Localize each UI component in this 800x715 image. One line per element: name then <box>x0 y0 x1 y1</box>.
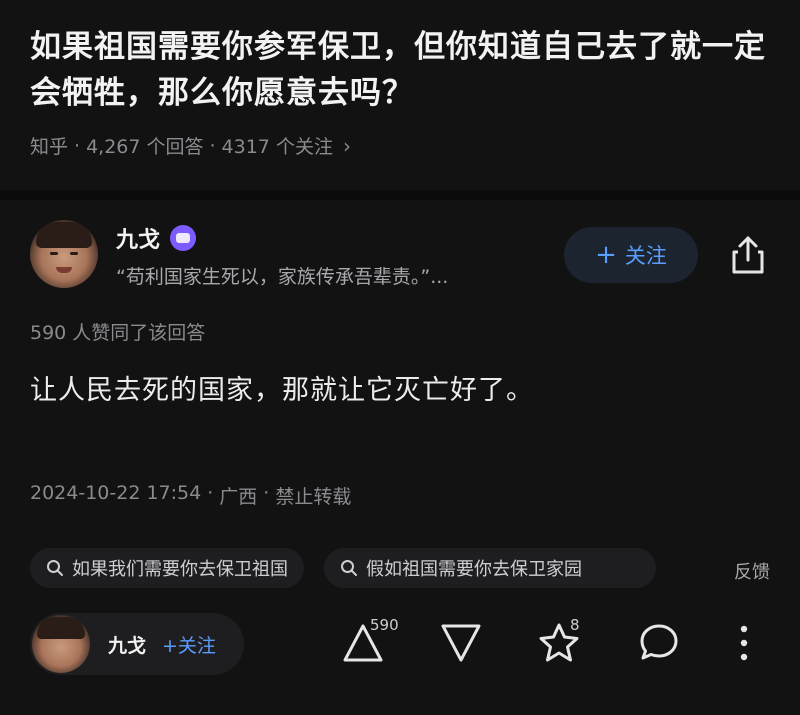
agree-count: 590 人赞同了该回答 <box>30 322 206 344</box>
follow-label: 关注 <box>624 244 667 268</box>
feedback-link[interactable]: 反馈 <box>728 558 770 584</box>
author-name-row[interactable]: 九戈 <box>116 222 197 254</box>
more-icon[interactable] <box>734 620 754 666</box>
bottom-author-name: 九戈 <box>108 635 147 657</box>
answer-meta: 2024-10-22 17:54 · 广西 · 禁止转载 <box>30 482 352 508</box>
favorite-count: 8 <box>570 616 580 634</box>
related-search-text: 假如祖国需要你去保卫家园 <box>366 559 582 580</box>
section-divider <box>0 190 800 200</box>
answer-location: 广西 <box>219 486 258 508</box>
related-search-text: 如果我们需要你去保卫祖国 <box>72 559 288 580</box>
search-icon <box>47 560 63 576</box>
author-name: 九戈 <box>116 228 161 253</box>
bottom-follow-button[interactable]: +关注 <box>162 631 216 658</box>
answer-count: 4,267 个回答 <box>86 136 204 158</box>
question-title[interactable]: 如果祖国需要你参军保卫，但你知道自己去了就一定会牺牲，那么你愿意去吗？ <box>30 24 770 116</box>
author-bio: “苟利国家生死以，家族传承吾辈责。”... <box>116 266 449 288</box>
chevron-right-icon: › <box>342 133 351 158</box>
verified-badge-icon <box>170 225 197 251</box>
comment-icon[interactable] <box>636 620 682 666</box>
follower-count: 4317 个关注 <box>221 136 333 158</box>
related-searches: 如果我们需要你去保卫祖国 假如祖国需要你去保卫家园 <box>30 548 800 592</box>
question-meta[interactable]: 知乎 · 4,267 个回答 · 4317 个关注 › <box>30 132 351 159</box>
follow-button[interactable]: + 关注 <box>564 227 698 283</box>
search-icon <box>341 560 357 576</box>
related-search-chip[interactable]: 如果我们需要你去保卫祖国 <box>30 548 304 588</box>
repost-status: 禁止转载 <box>275 486 352 508</box>
related-search-chip[interactable]: 假如祖国需要你去保卫家园 <box>324 548 656 588</box>
answer-page: 如果祖国需要你参军保卫，但你知道自己去了就一定会牺牲，那么你愿意去吗？ 知乎 ·… <box>0 0 800 715</box>
plus-icon: + <box>595 240 617 270</box>
bottom-author-pill[interactable]: 九戈 +关注 <box>30 613 244 675</box>
upvote-count: 590 <box>370 616 399 634</box>
source-label: 知乎 <box>30 136 69 158</box>
author-avatar[interactable] <box>30 220 98 288</box>
answer-content: 让人民去死的国家，那就让它灭亡好了。 <box>30 375 534 406</box>
share-icon[interactable] <box>728 234 768 276</box>
bottom-author-avatar <box>32 615 90 673</box>
downvote-icon[interactable] <box>438 620 484 666</box>
answer-datetime: 2024-10-22 17:54 <box>30 482 202 504</box>
